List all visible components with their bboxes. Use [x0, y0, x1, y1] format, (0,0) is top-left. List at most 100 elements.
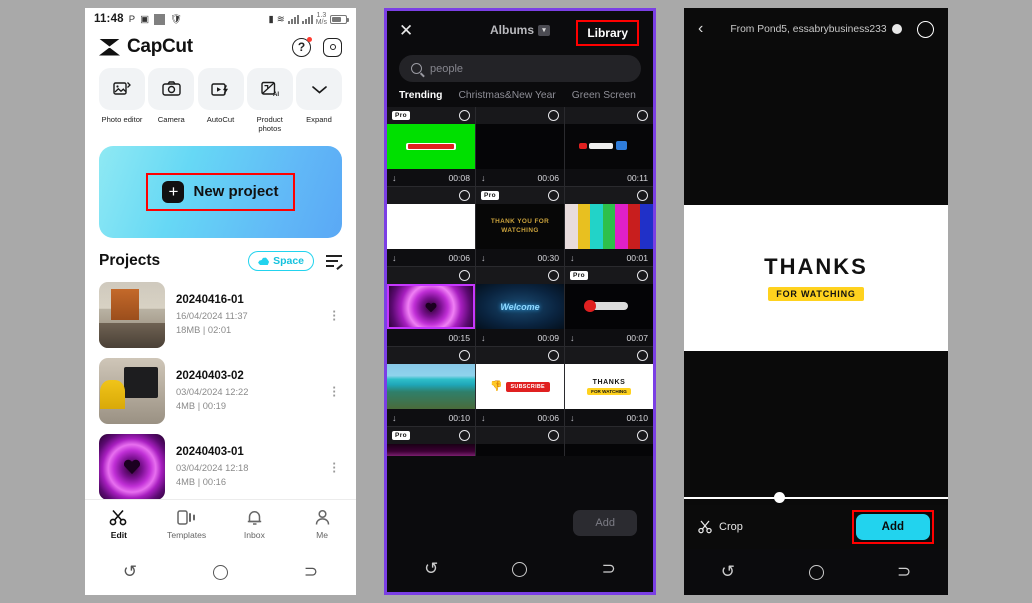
preview-text-secondary: FOR WATCHING	[768, 287, 864, 301]
search-input[interactable]: people	[430, 63, 463, 75]
home-icon[interactable]	[212, 564, 228, 580]
media-cell[interactable]: ↓ 00:10	[387, 347, 475, 426]
recents-icon[interactable]: ↺	[721, 562, 735, 582]
media-cell[interactable]: Pro THANK YOU FOR WATCHING ↓ 00:30	[476, 187, 564, 266]
media-cell[interactable]: Welcome ↓ 00:09	[476, 267, 564, 346]
pro-badge: Pro	[392, 111, 411, 120]
gear-icon[interactable]	[323, 37, 342, 57]
select-circle-icon[interactable]	[637, 270, 648, 281]
media-cell-footer: ↓ 00:01	[565, 249, 653, 266]
select-circle-icon[interactable]	[637, 430, 648, 441]
select-circle-icon[interactable]	[459, 270, 470, 281]
nav-item-edit[interactable]: Edit	[91, 509, 147, 540]
project-row[interactable]: 20240403-01 03/04/2024 12:18 4MB | 00:16…	[99, 429, 342, 505]
back-icon[interactable]: ⊃	[304, 562, 318, 582]
recents-icon[interactable]: ↺	[123, 562, 137, 582]
nav-item-templates[interactable]: Templates	[159, 509, 215, 540]
download-icon[interactable]: ↓	[392, 253, 397, 263]
vibrate-icon: ▮	[268, 13, 274, 25]
tool-product-photos[interactable]: AI Product photos	[246, 68, 293, 134]
project-more-icon[interactable]: · · ·	[328, 457, 342, 478]
select-circle-icon[interactable]	[548, 270, 559, 281]
recents-icon[interactable]: ↺	[424, 559, 438, 579]
media-cell-selected[interactable]: 00:15	[387, 267, 475, 346]
select-circle-icon[interactable]	[459, 430, 470, 441]
select-circle-icon[interactable]	[548, 190, 559, 201]
back-icon[interactable]: ⊃	[602, 559, 616, 579]
select-circle-icon[interactable]	[459, 190, 470, 201]
new-project-card[interactable]: + New project	[99, 145, 342, 238]
sort-edit-icon[interactable]	[326, 254, 343, 271]
project-thumbnail	[99, 357, 165, 424]
status-bar-right: ▮ ≋ 1.3 M/s	[268, 12, 349, 26]
media-cell[interactable]: ↓ 00:06	[476, 107, 564, 186]
media-thumbnail	[387, 124, 475, 169]
media-cell[interactable]: Pro	[387, 427, 475, 456]
select-circle-icon[interactable]	[637, 190, 648, 201]
select-circle-icon[interactable]	[459, 350, 470, 361]
media-cell[interactable]: Pro ↓ 00:07	[565, 267, 653, 346]
media-thumbnail-text: Welcome	[500, 301, 540, 312]
chevron-left-icon[interactable]: ‹	[698, 21, 703, 37]
media-cell[interactable]: ↓ 00:06	[387, 187, 475, 266]
media-cell[interactable]	[476, 427, 564, 456]
download-icon[interactable]: ↓	[481, 173, 486, 183]
download-icon[interactable]: ↓	[570, 333, 575, 343]
media-cell[interactable]	[565, 427, 653, 456]
nav-label: Inbox	[243, 530, 265, 540]
project-row[interactable]: 20240403-02 03/04/2024 12:22 4MB | 00:19…	[99, 353, 342, 429]
select-circle-icon[interactable]	[917, 21, 934, 38]
tool-photo-editor[interactable]: Photo editor	[99, 68, 145, 134]
tab-green-screen[interactable]: Green Screen	[572, 90, 636, 101]
nav-item-me[interactable]: Me	[294, 509, 350, 540]
media-cell[interactable]: Pro ↓ 00:08	[387, 107, 475, 186]
tab-library[interactable]: Library	[587, 26, 628, 40]
back-icon[interactable]: ⊃	[897, 562, 911, 582]
media-cell[interactable]: THANKS FOR WATCHING ↓ 00:10	[565, 347, 653, 426]
media-cell[interactable]: 00:11	[565, 107, 653, 186]
media-duration: 00:10	[448, 412, 470, 423]
tab-christmas-new-year[interactable]: Christmas&New Year	[458, 90, 555, 101]
tool-camera[interactable]: Camera	[148, 68, 195, 134]
playback-slider[interactable]	[684, 491, 948, 505]
tool-expand[interactable]: Expand	[296, 68, 342, 134]
select-circle-icon[interactable]	[548, 430, 559, 441]
tab-trending[interactable]: Trending	[399, 90, 442, 101]
slider-handle[interactable]	[773, 492, 785, 503]
nav-item-inbox[interactable]: Inbox	[226, 509, 282, 540]
space-button[interactable]: Space	[248, 250, 314, 271]
project-size-duration: 4MB | 00:16	[176, 477, 317, 487]
new-project-button[interactable]: + New project	[162, 180, 279, 203]
download-icon[interactable]: ↓	[392, 173, 397, 183]
home-icon[interactable]	[808, 564, 824, 580]
media-cell-footer: ↓ 00:10	[565, 409, 653, 426]
media-duration: 00:06	[537, 172, 559, 183]
add-button-disabled[interactable]: Add	[573, 510, 637, 536]
select-circle-icon[interactable]	[548, 110, 559, 121]
media-cell[interactable]: 👎 SUBSCRIBE ↓ 00:06	[476, 347, 564, 426]
download-icon[interactable]: ↓	[481, 413, 486, 423]
close-x-icon[interactable]: ✕	[399, 22, 413, 39]
media-thumbnail-text: THANK YOU FOR WATCHING	[490, 217, 550, 234]
download-icon[interactable]: ↓	[392, 413, 397, 423]
home-icon[interactable]	[512, 561, 528, 577]
crop-button[interactable]: Crop	[698, 520, 743, 534]
download-icon[interactable]: ↓	[570, 253, 575, 263]
select-circle-icon[interactable]	[637, 350, 648, 361]
project-more-icon[interactable]: · · ·	[328, 305, 342, 326]
tool-autocut[interactable]: AutoCut	[197, 68, 244, 134]
download-icon[interactable]: ↓	[570, 413, 575, 423]
search-bar[interactable]: people	[399, 55, 641, 82]
download-icon[interactable]: ↓	[481, 253, 486, 263]
select-circle-icon[interactable]	[459, 110, 470, 121]
project-row[interactable]: 20240416-01 16/04/2024 11:37 18MB | 02:0…	[99, 277, 342, 353]
download-icon[interactable]: ↓	[481, 333, 486, 343]
add-button[interactable]: Add	[855, 514, 930, 540]
select-circle-icon[interactable]	[548, 350, 559, 361]
media-cell[interactable]: ↓ 00:01	[565, 187, 653, 266]
project-more-icon[interactable]: · · ·	[328, 381, 342, 402]
brand-actions: ?	[292, 36, 342, 57]
media-thumbnail	[387, 284, 475, 329]
select-circle-icon[interactable]	[637, 110, 648, 121]
help-icon[interactable]: ?	[292, 36, 312, 57]
